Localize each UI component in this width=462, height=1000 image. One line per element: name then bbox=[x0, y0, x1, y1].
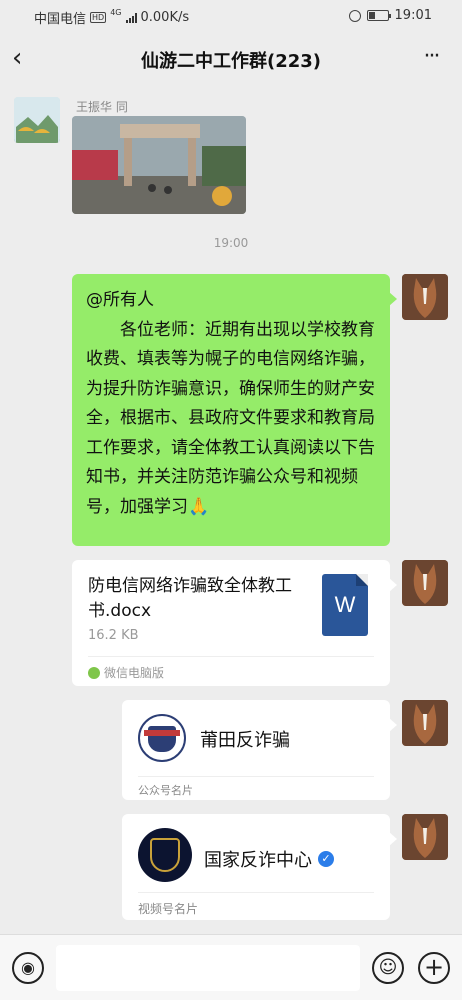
carrier-label: 中国电信 bbox=[34, 12, 87, 27]
channel-card[interactable]: 国家反诈中心 ✓ 视频号名片 bbox=[122, 814, 397, 920]
anti-fraud-badge-icon bbox=[138, 714, 186, 762]
word-document-icon: W bbox=[322, 574, 368, 636]
self-avatar[interactable] bbox=[402, 814, 448, 860]
status-time: 19:01 bbox=[394, 8, 432, 23]
text-message-bubble[interactable]: @所有人 各位老师：近期有出现以学校教育收费、填表等为幌子的电信网络诈骗，为提升… bbox=[72, 274, 397, 546]
card-divider bbox=[138, 776, 374, 777]
official-account-card[interactable]: 莆田反诈骗 公众号名片 bbox=[122, 700, 397, 800]
mention-text: @所有人 bbox=[86, 290, 154, 310]
hd-icon: HD bbox=[90, 12, 107, 23]
voice-icon[interactable]: ◉ bbox=[12, 952, 44, 984]
message-timestamp: 19:00 bbox=[213, 236, 249, 250]
file-name: 防电信网络诈骗致全体教工书.docx bbox=[88, 576, 292, 621]
chat-header: ‹ 仙游二中工作群(223) ··· bbox=[0, 32, 462, 88]
file-source-label: 微信电脑版 bbox=[104, 666, 165, 680]
sender-name: 王振华 同 bbox=[76, 100, 128, 114]
plus-icon[interactable]: + bbox=[418, 952, 450, 984]
verified-icon: ✓ bbox=[318, 851, 334, 867]
self-avatar[interactable] bbox=[402, 700, 448, 746]
status-bar: 中国电信 HD 4G 0.00K/s 19:01 bbox=[0, 0, 462, 32]
self-avatar[interactable] bbox=[402, 274, 448, 320]
chat-title: 仙游二中工作群(223) bbox=[140, 51, 322, 72]
file-message-card[interactable]: 防电信网络诈骗致全体教工书.docx 16.2 KB W 微信电脑版 bbox=[72, 560, 397, 686]
alarm-icon bbox=[348, 9, 361, 22]
battery-icon bbox=[366, 10, 391, 21]
network-type: 4G bbox=[110, 8, 122, 17]
card-divider bbox=[138, 892, 374, 893]
file-size: 16.2 KB bbox=[88, 628, 139, 643]
card-divider bbox=[88, 656, 374, 657]
message-input[interactable] bbox=[56, 945, 360, 991]
signal-icon bbox=[125, 12, 137, 23]
battery-level bbox=[368, 12, 375, 19]
input-bar: ◉ ☺ + bbox=[0, 934, 462, 1000]
self-avatar[interactable] bbox=[402, 560, 448, 606]
channel-label: 视频号名片 bbox=[138, 902, 199, 916]
wechat-pc-icon bbox=[88, 666, 100, 679]
channel-name: 国家反诈中心 bbox=[204, 850, 312, 871]
emoji-icon[interactable]: ☺ bbox=[372, 952, 404, 984]
file-source: 微信电脑版 bbox=[88, 664, 164, 681]
official-account-label: 公众号名片 bbox=[138, 784, 193, 797]
message-body: 各位老师：近期有出现以学校教育收费、填表等为幌子的电信网络诈骗，为提升防诈骗意识… bbox=[86, 319, 375, 517]
more-dots-icon[interactable]: ··· bbox=[416, 44, 446, 74]
shared-photo[interactable] bbox=[72, 116, 246, 214]
official-account-name: 莆田反诈骗 bbox=[200, 730, 290, 751]
anti-fraud-center-icon bbox=[138, 828, 192, 882]
sender-avatar[interactable] bbox=[14, 97, 60, 143]
channel-name-row: 国家反诈中心 ✓ bbox=[204, 846, 334, 872]
network-speed: 0.00K/s bbox=[140, 10, 190, 25]
